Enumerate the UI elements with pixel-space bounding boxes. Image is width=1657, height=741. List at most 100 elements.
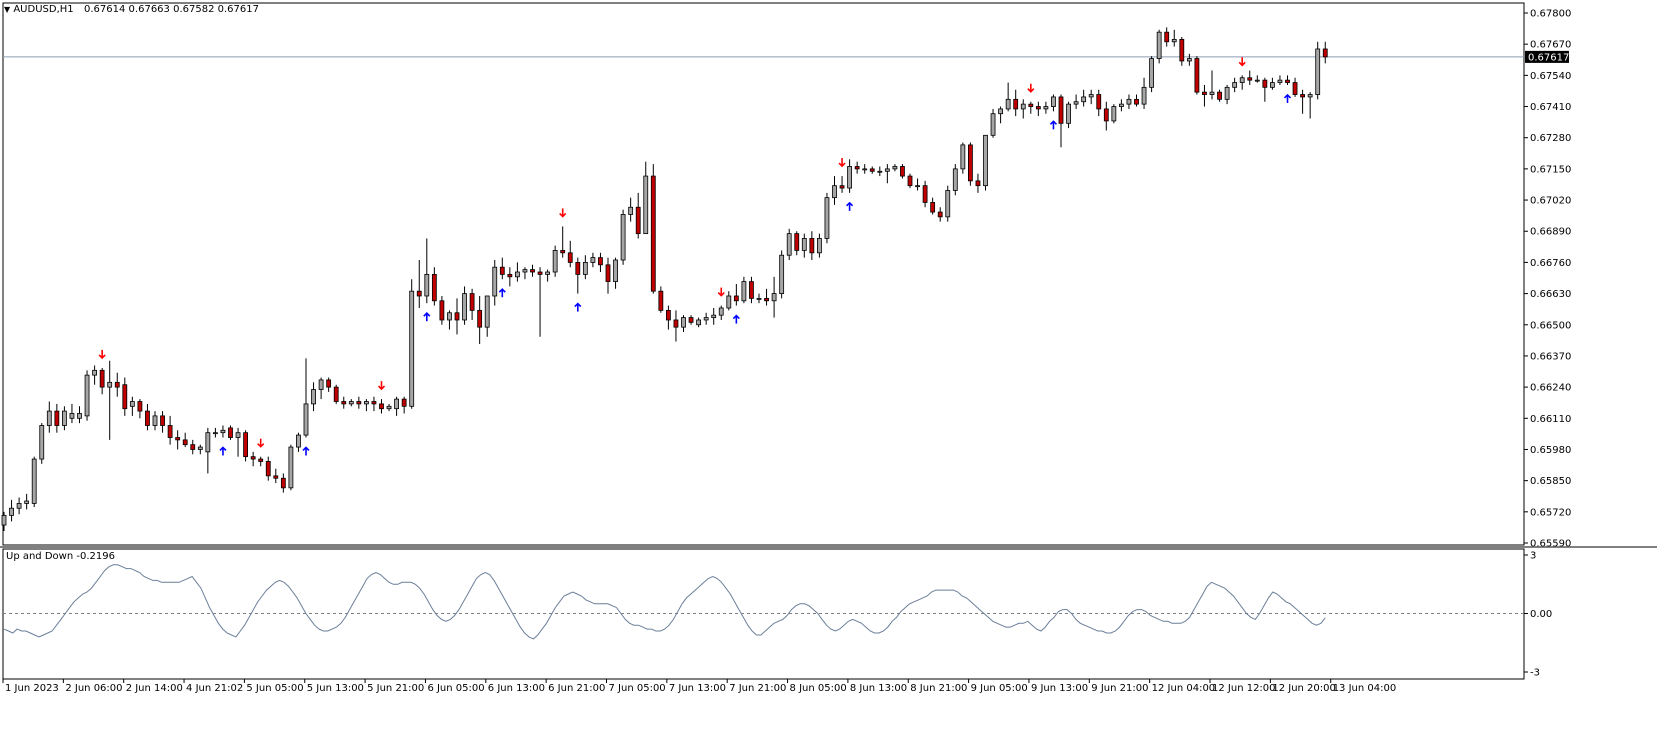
bear-candle-body	[930, 202, 936, 213]
bull-candle-body	[424, 274, 430, 297]
bull-candle-body	[582, 262, 588, 275]
down-arrow-icon	[717, 287, 725, 297]
time-axis-label: 6 Jun 21:00	[548, 683, 605, 694]
bear-candle-body	[477, 309, 483, 328]
candle	[280, 473, 286, 493]
bear-candle-body	[280, 477, 286, 489]
bull-candle-body	[16, 503, 22, 509]
bull-candle-body	[824, 197, 830, 239]
bull-candle-body	[1171, 38, 1177, 43]
price-axis-label: 0.65980	[1530, 445, 1571, 456]
bull-candle-body	[681, 317, 686, 328]
triangle-down-icon[interactable]: ▼	[4, 5, 10, 14]
bull-candle-body	[847, 166, 852, 189]
bear-candle-body	[598, 257, 603, 266]
candle	[628, 197, 634, 222]
candle	[764, 288, 769, 306]
bear-candle-body	[666, 309, 671, 321]
bull-candle-body	[1088, 94, 1094, 98]
bull-candle-body	[590, 257, 596, 263]
candle	[114, 372, 120, 397]
candle	[46, 401, 52, 433]
candle	[862, 164, 868, 174]
bear-candle-body	[1058, 96, 1064, 124]
time-axis-label: 12 Jun 12:00	[1212, 683, 1276, 694]
bear-candle-body	[1096, 94, 1102, 110]
candle	[16, 497, 22, 515]
candle	[62, 406, 67, 431]
bear-candle-body	[160, 415, 165, 426]
price-axis-label: 0.67800	[1530, 9, 1571, 20]
candle	[92, 365, 97, 385]
candle	[379, 399, 384, 414]
bull-candle-body	[1111, 106, 1117, 122]
time-axis-label: 8 Jun 21:00	[910, 683, 967, 694]
bear-candle-body	[431, 274, 437, 302]
candle	[922, 180, 928, 208]
candle	[1300, 89, 1305, 114]
bull-candle-body	[363, 401, 369, 405]
candle	[54, 403, 60, 433]
candle	[718, 305, 724, 320]
candle	[1277, 75, 1283, 85]
bull-candle-body	[212, 432, 218, 435]
price-axis-label: 0.66890	[1530, 227, 1571, 238]
bull-candle-body	[235, 432, 241, 438]
candle	[1164, 27, 1170, 47]
candle	[1020, 99, 1026, 119]
bear-candle-body	[499, 266, 505, 275]
candle	[1270, 77, 1275, 90]
candle	[990, 108, 996, 138]
candle	[779, 250, 785, 299]
bull-candle-body	[613, 259, 618, 282]
time-axis: 1 Jun 2023 2 Jun 06:00 2 Jun 14:00 4 Jun 21…	[2, 679, 1396, 694]
candle	[771, 276, 777, 318]
candle	[152, 411, 158, 431]
price-axis-label: 0.66760	[1530, 258, 1571, 269]
time-axis-label: 9 Jun 21:00	[1091, 683, 1148, 694]
bull-candle-body	[1315, 48, 1321, 95]
bull-candle-body	[1005, 98, 1011, 110]
candle	[462, 286, 467, 325]
bull-candle-body	[1081, 96, 1087, 103]
bull-candle-body	[892, 166, 898, 170]
candle	[975, 173, 981, 193]
candle	[530, 264, 535, 277]
bear-candle-body	[416, 290, 422, 297]
bull-candle-body	[77, 413, 82, 419]
bull-candle-body	[832, 185, 837, 199]
candle	[416, 260, 422, 308]
bull-candle-body	[462, 293, 467, 321]
bull-candle-body	[31, 458, 37, 504]
candle	[228, 425, 233, 440]
candle	[1322, 41, 1328, 64]
time-axis-label: 8 Jun 05:00	[790, 683, 847, 694]
bull-candle-body	[318, 379, 324, 390]
indicator-label: Up and Down -0.2196	[6, 551, 115, 562]
candle	[145, 403, 150, 431]
time-axis-label: 6 Jun 13:00	[488, 683, 545, 694]
bull-candle-body	[447, 312, 452, 321]
bull-candle-body	[552, 250, 558, 273]
chart-window[interactable]: 0.67800 0.67670 0.67540 0.67410 0.67280 0.671…	[0, 0, 1657, 738]
candle	[1149, 56, 1154, 93]
bear-candle-body	[273, 475, 279, 479]
bear-candle-body	[922, 185, 928, 203]
bear-candle-body	[794, 233, 800, 251]
candle	[409, 279, 415, 409]
price-axis-label: 0.67410	[1530, 102, 1571, 113]
bear-candle-body	[333, 386, 339, 402]
bull-candle-body	[522, 269, 528, 273]
chart-canvas[interactable]: 0.67800 0.67670 0.67540 0.67410 0.67280 0.671…	[0, 0, 1657, 738]
bear-candle-body	[1217, 91, 1222, 100]
candle	[273, 468, 279, 484]
chart-header: ▼ AUDUSD,H1 0.67614 0.67663 0.67582 0.67…	[4, 4, 259, 15]
candle	[1088, 89, 1094, 105]
up-arrow-icon	[574, 302, 582, 312]
up-arrow-icon	[423, 312, 431, 322]
bear-candle-body	[122, 384, 128, 410]
up-arrow-icon	[1283, 93, 1292, 103]
bull-candle-body	[46, 410, 52, 426]
bull-candle-body	[756, 297, 762, 300]
time-axis-label: 12 Jun 04:00	[1152, 683, 1216, 694]
